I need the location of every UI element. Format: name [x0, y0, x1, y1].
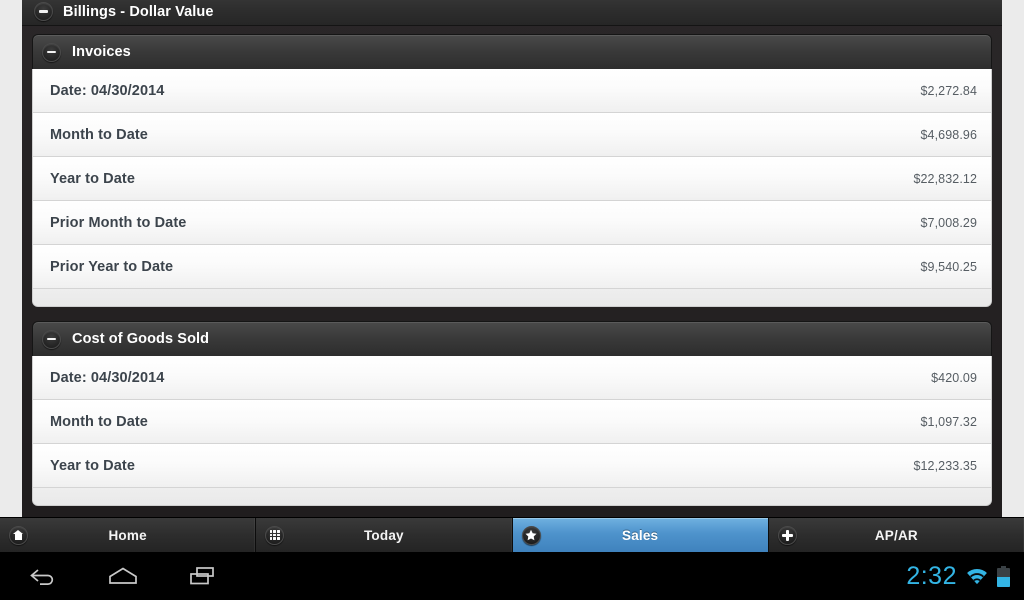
minus-glyph [39, 10, 48, 13]
grid-icon [265, 525, 285, 545]
table-row[interactable]: Date: 04/30/2014 $2,272.84 [33, 69, 991, 113]
recent-apps-glyph [190, 567, 214, 585]
home-pentagon-glyph [109, 567, 137, 584]
table-row[interactable]: Date: 04/30/2014 $420.09 [33, 356, 991, 400]
row-label: Year to Date [50, 170, 136, 187]
row-label: Year to Date [50, 457, 136, 474]
row-label: Prior Month to Date [50, 214, 187, 231]
table-row[interactable]: Year to Date $12,233.35 [33, 444, 991, 488]
star-icon [521, 525, 541, 545]
table-row[interactable]: Year to Date $22,832.12 [33, 157, 991, 201]
table-row[interactable]: Prior Year to Date $9,540.25 [33, 245, 991, 289]
tab-home[interactable]: Home [0, 518, 257, 552]
wifi-icon [967, 568, 987, 584]
tab-ap-ar[interactable]: AP/AR [768, 518, 1024, 552]
minus-glyph [47, 337, 56, 341]
battery-icon [997, 565, 1010, 587]
minus-glyph [47, 50, 56, 54]
bottom-tab-bar: Home Today Sales AP/AR [0, 517, 1024, 552]
home-pentagon-icon[interactable] [102, 561, 144, 591]
device-screen: Billings - Dollar Value Invoices Date: 0… [0, 0, 1024, 600]
row-value: $9,540.25 [920, 259, 977, 274]
row-value: $22,832.12 [913, 171, 977, 186]
grid-glyph [269, 530, 280, 540]
home-glyph [13, 530, 24, 540]
table-row[interactable]: Prior Month to Date $7,008.29 [33, 201, 991, 245]
tab-sales[interactable]: Sales [512, 518, 769, 552]
panel-body-invoices: Date: 04/30/2014 $2,272.84 Month to Date… [32, 69, 992, 307]
panel-title: Invoices [72, 44, 131, 60]
row-value: $420.09 [931, 370, 977, 385]
back-arrow-icon[interactable] [22, 561, 64, 591]
status-clock: 2:32 [906, 561, 957, 590]
table-row[interactable]: Month to Date $1,097.32 [33, 400, 991, 444]
minus-circle-icon[interactable] [42, 329, 61, 349]
row-label: Date: 04/30/2014 [50, 369, 165, 386]
row-value: $4,698.96 [920, 127, 977, 142]
plus-glyph [781, 529, 793, 541]
tab-label: AP/AR [874, 527, 918, 543]
application-background: Billings - Dollar Value Invoices Date: 0… [22, 0, 1002, 517]
tab-label: Today [363, 527, 404, 543]
recent-apps-icon[interactable] [182, 561, 224, 591]
plus-icon [777, 525, 797, 545]
status-area: 2:32 [906, 552, 1010, 600]
back-arrow-glyph [30, 569, 54, 585]
row-value: $2,272.84 [920, 83, 977, 98]
scroll-content[interactable]: Invoices Date: 04/30/2014 $2,272.84 Mont… [22, 26, 1002, 517]
row-label: Date: 04/30/2014 [50, 82, 165, 99]
panel-body-cost-of-goods-sold: Date: 04/30/2014 $420.09 Month to Date $… [32, 356, 992, 506]
android-system-bar: 2:32 [0, 552, 1024, 600]
row-value: $7,008.29 [920, 215, 977, 230]
page-title: Billings - Dollar Value [63, 4, 214, 20]
home-icon [9, 525, 28, 545]
window-title-bar[interactable]: Billings - Dollar Value [22, 0, 1002, 26]
tab-label: Sales [621, 527, 659, 543]
panel-invoices: Invoices Date: 04/30/2014 $2,272.84 Mont… [32, 34, 992, 307]
panel-title: Cost of Goods Sold [72, 331, 210, 347]
panel-header-cost-of-goods-sold[interactable]: Cost of Goods Sold [32, 321, 992, 356]
row-label: Prior Year to Date [50, 258, 174, 275]
minus-circle-icon[interactable] [42, 42, 61, 62]
table-row[interactable]: Month to Date $4,698.96 [33, 113, 991, 157]
panel-footer-spacer [33, 488, 991, 505]
application-area: Billings - Dollar Value Invoices Date: 0… [0, 0, 1024, 517]
row-label: Month to Date [50, 126, 148, 143]
panel-header-invoices[interactable]: Invoices [32, 34, 992, 69]
row-label: Month to Date [50, 413, 148, 430]
panel-cost-of-goods-sold: Cost of Goods Sold Date: 04/30/2014 $420… [32, 321, 992, 506]
panel-footer-spacer [33, 289, 991, 306]
tab-today[interactable]: Today [256, 518, 513, 552]
battery-fill [997, 576, 1010, 587]
minus-circle-icon[interactable] [34, 2, 53, 21]
navigation-keys [0, 561, 224, 591]
row-value: $1,097.32 [920, 414, 977, 429]
row-value: $12,233.35 [913, 458, 977, 473]
tab-label: Home [108, 527, 147, 543]
star-glyph [525, 529, 537, 541]
